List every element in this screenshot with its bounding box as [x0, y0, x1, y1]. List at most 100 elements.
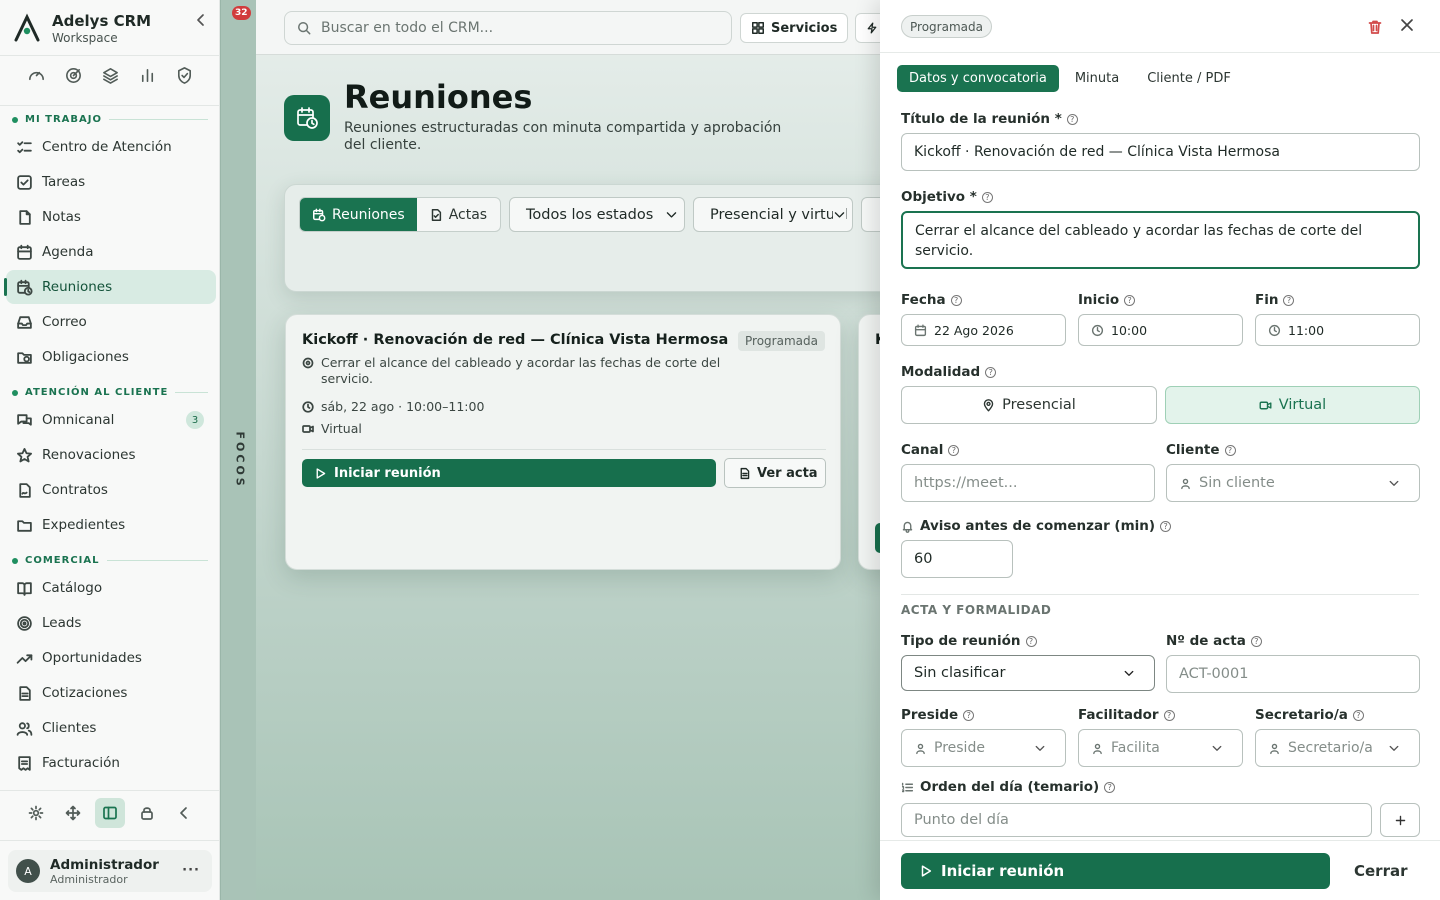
start-time-input[interactable]: 10:00: [1078, 314, 1243, 346]
select-value: Todos los estados: [526, 206, 654, 223]
settings-button[interactable]: [21, 798, 51, 828]
add-agenda-item-button[interactable]: [1380, 803, 1420, 837]
facilitator-field-label: Facilitador?: [1078, 707, 1175, 723]
close-button[interactable]: Cerrar: [1354, 862, 1408, 880]
sidebar-item-obligaciones[interactable]: Obligaciones: [6, 340, 216, 374]
lock-button[interactable]: [132, 798, 162, 828]
tab-reuniones[interactable]: Reuniones: [300, 198, 417, 231]
mode-filter-select[interactable]: Presencial y virtual: [693, 197, 853, 232]
divider: [302, 449, 826, 450]
meeting-editor-panel: Programada Datos y convocatoria Minuta C…: [880, 0, 1440, 900]
button-label: Iniciar reunión: [334, 465, 441, 481]
meeting-card[interactable]: Kickoff · Renovación de red — Clínica Vi…: [285, 314, 841, 570]
folder-clock-icon: [17, 351, 32, 364]
sidebar-item-omnicanal[interactable]: Omnicanal 3: [6, 403, 216, 437]
gauge-icon[interactable]: [27, 66, 46, 85]
date-input[interactable]: 22 Ago 2026: [901, 314, 1066, 346]
help-icon[interactable]: ?: [1025, 635, 1037, 647]
start-meeting-button[interactable]: Iniciar reunión: [901, 853, 1330, 889]
layers-icon[interactable]: [101, 66, 120, 85]
chair-select[interactable]: Preside: [901, 729, 1066, 767]
focos-strip[interactable]: 32 FOCOS: [220, 0, 256, 900]
sidebar-item-centro[interactable]: Centro de Atención: [6, 130, 216, 164]
user-menu[interactable]: A Administrador Administrador ···: [8, 850, 212, 892]
target-icon[interactable]: [64, 66, 83, 85]
quick-action-button[interactable]: [855, 13, 880, 43]
bar-chart-icon[interactable]: [138, 66, 157, 85]
sidebar-item-correo[interactable]: Correo: [6, 305, 216, 339]
help-icon[interactable]: ?: [1163, 709, 1175, 721]
client-select[interactable]: Sin cliente: [1166, 464, 1420, 502]
sidebar-item-label: Expedientes: [42, 517, 126, 533]
view-minutes-button[interactable]: Ver acta: [724, 458, 826, 488]
sidebar-item-catalogo[interactable]: Catálogo: [6, 571, 216, 605]
sidebar-item-cotizaciones[interactable]: Cotizaciones: [6, 676, 216, 710]
tab-datos[interactable]: Datos y convocatoria: [897, 65, 1059, 92]
tab-cliente-pdf[interactable]: Cliente / PDF: [1135, 65, 1243, 92]
close-icon[interactable]: [1399, 17, 1415, 33]
sidebar-item-agenda[interactable]: Agenda: [6, 235, 216, 269]
sidebar-item-expedientes[interactable]: Expedientes: [6, 508, 216, 542]
sidebar-item-facturacion[interactable]: Facturación: [6, 746, 216, 780]
help-icon[interactable]: ?: [963, 709, 975, 721]
global-search[interactable]: Buscar en todo el CRM...: [284, 11, 732, 45]
grid-icon: [752, 22, 764, 34]
start-meeting-button[interactable]: Iniciar reunión: [302, 459, 716, 487]
chevron-left-icon[interactable]: [193, 12, 209, 28]
reminder-minutes-input[interactable]: 60: [901, 540, 1013, 578]
secretary-select[interactable]: Secretario/a: [1255, 729, 1420, 767]
tab-minuta[interactable]: Minuta: [1063, 65, 1131, 92]
more-options-button[interactable]: ···: [182, 863, 200, 878]
help-icon[interactable]: ?: [1066, 113, 1078, 125]
channel-input[interactable]: https://meet...: [901, 464, 1155, 502]
minutes-number-input[interactable]: ACT-0001: [1166, 655, 1420, 693]
help-icon[interactable]: ?: [1160, 520, 1172, 532]
shield-icon[interactable]: [175, 66, 194, 85]
label-text: Aviso antes de comenzar (min): [920, 518, 1156, 534]
status-badge: Programada: [738, 331, 825, 351]
sidebar-item-tareas[interactable]: Tareas: [6, 165, 216, 199]
sidebar-item-leads[interactable]: Leads: [6, 606, 216, 640]
sidebar-item-clientes[interactable]: Clientes: [6, 711, 216, 745]
objective-textarea[interactable]: Cerrar el alcance del cableado y acordar…: [901, 211, 1420, 269]
label-text: Inicio: [1078, 292, 1120, 308]
sidebar-item-notas[interactable]: Notas: [6, 200, 216, 234]
tab-actas[interactable]: Actas: [417, 198, 499, 231]
help-icon[interactable]: ?: [1352, 709, 1364, 721]
sidebar-item-oportunidades[interactable]: Oportunidades: [6, 641, 216, 675]
trash-icon[interactable]: [1367, 19, 1383, 35]
facilitator-select[interactable]: Facilita: [1078, 729, 1243, 767]
modality-presencial-option[interactable]: Presencial: [901, 386, 1157, 424]
meeting-type-select[interactable]: Sin clasificar: [901, 655, 1155, 691]
help-icon[interactable]: ?: [981, 191, 993, 203]
collapse-sidebar-button[interactable]: [169, 798, 199, 828]
sidebar-item-label: Contratos: [42, 482, 108, 498]
sidebar-item-renovaciones[interactable]: Renovaciones: [6, 438, 216, 472]
notification-badge[interactable]: 32: [232, 6, 251, 20]
status-filter-select[interactable]: Todos los estados: [509, 197, 685, 232]
avatar: A: [16, 859, 40, 883]
modality-virtual-option[interactable]: Virtual: [1165, 386, 1420, 424]
end-time-input[interactable]: 11:00: [1255, 314, 1420, 346]
help-icon[interactable]: ?: [948, 444, 960, 456]
servicios-button[interactable]: Servicios: [740, 13, 849, 43]
label-text: Título de la reunión *: [901, 111, 1062, 127]
search-input[interactable]: Buscar en todo el CRM...: [321, 20, 493, 36]
help-icon[interactable]: ?: [1124, 294, 1136, 306]
help-icon[interactable]: ?: [950, 294, 962, 306]
sidebar-item-reuniones[interactable]: Reuniones: [4, 270, 216, 304]
brand[interactable]: Adelys CRM Workspace: [12, 8, 212, 48]
layout-toggle-button[interactable]: [95, 798, 125, 828]
extra-filter-select[interactable]: [861, 197, 880, 232]
help-icon[interactable]: ?: [985, 366, 997, 378]
help-icon[interactable]: ?: [1224, 444, 1236, 456]
sidebar-item-contratos[interactable]: Contratos: [6, 473, 216, 507]
help-icon[interactable]: ?: [1104, 781, 1116, 793]
title-input[interactable]: Kickoff · Renovación de red — Clínica Vi…: [901, 133, 1420, 171]
meeting-card-peek[interactable]: K: [858, 314, 880, 570]
help-icon[interactable]: ?: [1283, 294, 1295, 306]
agenda-item-input[interactable]: Punto del día: [901, 803, 1372, 837]
move-button[interactable]: [58, 798, 88, 828]
page-icon: [284, 95, 330, 141]
help-icon[interactable]: ?: [1250, 635, 1262, 647]
